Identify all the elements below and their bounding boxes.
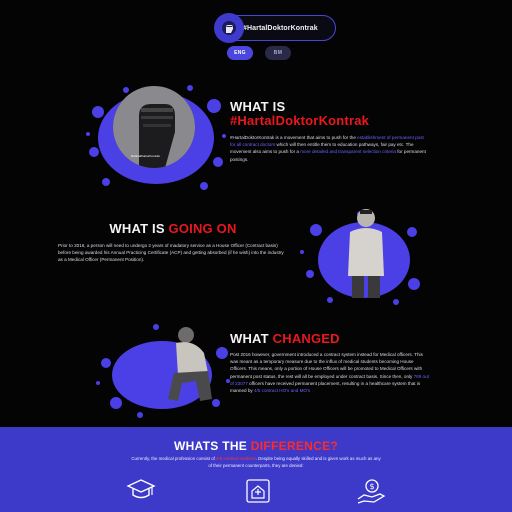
changed-paragraph: Post 2016 however, government introduced…: [230, 351, 430, 394]
heading-red: CHANGED: [272, 331, 340, 346]
heading-plain: WHAT: [230, 331, 273, 346]
graduation-cap-icon: [126, 479, 156, 499]
heading-plain: WHAT IS: [109, 221, 169, 236]
raised-fist-photo: #HartalDoktorKontrak: [113, 86, 195, 168]
site-logo[interactable]: #HartalDoktorKontrak: [214, 13, 336, 43]
hashtag-heading: #HartalDoktorKontrak: [230, 113, 370, 128]
svg-text:$: $: [370, 482, 375, 491]
section-what-is: #HartalDoktorKontrak WHAT IS #HartalDokt…: [0, 78, 512, 190]
money-hand-icon: $: [357, 479, 386, 504]
language-button-eng[interactable]: ENG: [227, 46, 253, 60]
doctor-standing-photo: [348, 209, 384, 298]
heading-plain: WHATS THE: [173, 439, 251, 453]
logo-text: #HartalDoktorKontrak: [243, 24, 318, 32]
text-span: Currently, the medical profession consis…: [131, 456, 217, 461]
raised-fist-logo-icon: [214, 13, 244, 43]
photo-caption: #HartalDoktorKontrak: [131, 154, 160, 158]
text-span: #HartalDoktorKontrak is a movement that …: [230, 135, 358, 140]
language-switcher: ENG BM: [227, 46, 291, 60]
going-on-heading: WHAT IS GOING ON: [58, 222, 288, 236]
what-is-paragraph: #HartalDoktorKontrak is a movement that …: [230, 134, 430, 163]
what-is-heading: WHAT IS: [230, 99, 286, 114]
heading-red: DIFFERENCE?: [250, 439, 339, 453]
difference-paragraph: Currently, the medical profession consis…: [130, 455, 382, 469]
language-button-bm[interactable]: BM: [265, 46, 291, 60]
doctor-crouching-photo: [168, 327, 212, 401]
section-going-on: WHAT IS GOING ON Prior to 2016, a person…: [0, 198, 512, 305]
going-on-paragraph: Prior to 2016, a person will need to und…: [58, 243, 284, 263]
hospital-document-icon: [246, 479, 270, 503]
highlight-contract-workers: 4/5 contract workers: [216, 456, 256, 461]
heading-red: GOING ON: [168, 221, 237, 236]
changed-heading: WHAT CHANGED: [230, 332, 430, 346]
highlight-selection-criteria: more detailed and transparent selection …: [300, 149, 396, 155]
difference-heading: WHATS THE DIFFERENCE?: [0, 439, 512, 453]
highlight-contract-ratio: 4/5 contract HO's and MO's: [254, 388, 311, 394]
section-changed: WHAT CHANGED Post 2016 however, governme…: [0, 315, 512, 425]
text-span: Post 2016 however, government introduced…: [230, 352, 423, 379]
